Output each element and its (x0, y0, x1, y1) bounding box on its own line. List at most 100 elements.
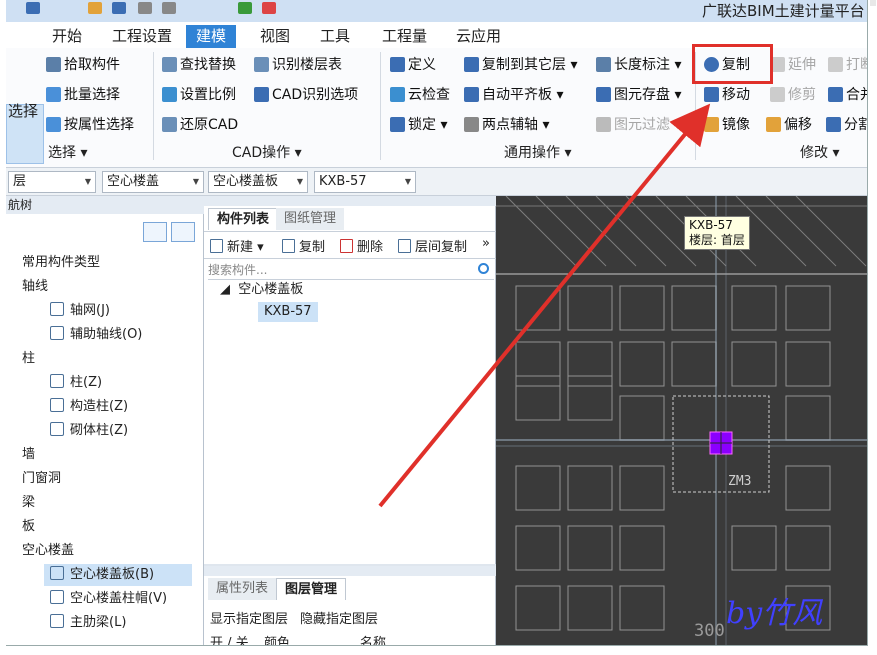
lock-icon (390, 117, 405, 132)
panel-header (204, 566, 496, 576)
set-scale-button[interactable]: 设置比例 (162, 84, 236, 106)
nav-slab[interactable]: 板 (22, 516, 35, 538)
cad-drawing-canvas[interactable]: KXB-57 楼层: 首层 ZM3 300 by竹风 (496, 196, 867, 645)
nav-beam[interactable]: 梁 (22, 492, 35, 514)
component-search-input[interactable]: 搜索构件... (208, 260, 494, 280)
help-icon[interactable] (262, 2, 276, 14)
list-view-icon[interactable] (143, 222, 167, 242)
chevron-down-icon: ▼ (404, 177, 411, 186)
split-button[interactable]: 分割 (826, 114, 867, 136)
offset-button[interactable]: 偏移 (766, 114, 812, 136)
floor-select[interactable]: 层 ▼ (8, 171, 96, 193)
nav-wall[interactable]: 墙 (22, 444, 35, 466)
column-icon (50, 374, 64, 388)
auto-align-slab-button[interactable]: 自动平齐板 ▾ (464, 84, 563, 106)
sync-icon[interactable] (238, 2, 252, 14)
identify-floor-table-button[interactable]: 识别楼层表 (254, 54, 342, 76)
save-elements-button[interactable]: 图元存盘 ▾ (596, 84, 681, 106)
select-big-button-label: 选择 (8, 102, 39, 120)
grid-icon (50, 302, 64, 316)
tab-property-list[interactable]: 属性列表 (208, 578, 277, 600)
restore-cad-button[interactable]: 还原CAD (162, 114, 238, 136)
copy-to-other-floors-button[interactable]: 复制到其它层 ▾ (464, 54, 577, 76)
tab-component-list[interactable]: 构件列表 (208, 208, 279, 230)
cad-group-label[interactable]: CAD操作 ▾ (232, 142, 302, 162)
chevron-down-icon: ▼ (84, 177, 91, 186)
search-icon[interactable] (478, 263, 489, 274)
cad-identify-options-button[interactable]: CAD识别选项 (254, 84, 358, 106)
define-button[interactable]: 定义 (390, 54, 436, 76)
component-toolbar: 新建 ▾ 复制 删除 层间复制 » (204, 231, 496, 259)
redo-icon[interactable] (162, 2, 176, 14)
two-point-axis-button[interactable]: 两点辅轴 ▾ (464, 114, 549, 136)
lock-button[interactable]: 锁定 ▾ (390, 114, 447, 136)
nav-structural-column[interactable]: 构造柱(Z) (50, 396, 128, 418)
nav-column[interactable]: 柱 (22, 348, 35, 370)
save-icon[interactable] (112, 2, 126, 14)
category-select[interactable]: 空心楼盖 ▼ (102, 171, 204, 193)
nav-hollow-floor[interactable]: 空心楼盖 (22, 540, 74, 562)
subtype-select[interactable]: 空心楼盖板 ▼ (208, 171, 308, 193)
tree-root-hollow-slab[interactable]: ◢ 空心楼盖板 (220, 280, 303, 300)
new-component-button[interactable]: 新建 ▾ (210, 236, 264, 255)
nav-common-types[interactable]: 常用构件类型 (22, 252, 100, 274)
tab-drawing-management[interactable]: 图纸管理 (276, 208, 345, 230)
nav-auxiliary-axis[interactable]: 辅助轴线(O) (50, 324, 142, 346)
tab-start[interactable]: 开始 (42, 25, 92, 48)
merge-icon (828, 87, 843, 102)
group-separator (153, 52, 154, 160)
column-capital-icon (50, 590, 64, 604)
nav-axis-grid[interactable]: 轴网(J) (50, 300, 110, 322)
select-by-property-button[interactable]: 按属性选择 (46, 114, 134, 136)
tab-quantities[interactable]: 工程量 (372, 25, 437, 48)
element-filter-button[interactable]: 图元过滤 (596, 114, 670, 136)
nav-door-window[interactable]: 门窗洞 (22, 468, 61, 490)
nav-main-rib-beam[interactable]: 主肋梁(L) (50, 612, 126, 634)
define-icon (390, 57, 405, 72)
more-arrow-icon[interactable]: » (482, 236, 490, 251)
batch-select-button[interactable]: 批量选择 (46, 84, 120, 106)
ribbon-panel: 选择 拾取构件 批量选择 按属性选择 选择 ▾ 查找替换 识别楼层表 设置比例 … (6, 44, 867, 168)
nav-masonry-column[interactable]: 砌体柱(Z) (50, 420, 128, 442)
mirror-button[interactable]: 镜像 (704, 114, 750, 136)
tab-tools[interactable]: 工具 (310, 25, 360, 48)
tab-modeling[interactable]: 建模 (186, 25, 237, 48)
floor-copy-icon (398, 239, 411, 253)
tab-layer-management[interactable]: 图层管理 (276, 578, 347, 600)
column-color: 颜色 (264, 636, 291, 646)
copy-component-button[interactable]: 复制 (282, 236, 325, 255)
mirror-icon (704, 117, 719, 132)
navigation-tree: 航树 常用构件类型 轴线 轴网(J) 辅助轴线(O) 柱 柱(Z) 构造柱(Z)… (6, 196, 204, 645)
undo-icon[interactable] (138, 2, 152, 14)
open-icon[interactable] (88, 2, 102, 14)
select-group-label[interactable]: 选择 ▾ (48, 142, 87, 162)
dimension-icon (596, 57, 611, 72)
nav-axis[interactable]: 轴线 (22, 276, 48, 298)
hide-layer-button[interactable]: 隐藏指定图层 (300, 608, 378, 627)
pick-component-button[interactable]: 拾取构件 (46, 54, 120, 76)
tab-view[interactable]: 视图 (250, 25, 300, 48)
find-replace-button[interactable]: 查找替换 (162, 54, 236, 76)
show-layer-button[interactable]: 显示指定图层 (210, 608, 288, 627)
break-button[interactable]: 打断 (828, 54, 867, 76)
trim-button[interactable]: 修剪 (770, 84, 816, 106)
merge-button[interactable]: 合并 (828, 84, 867, 106)
extend-button[interactable]: 延伸 (770, 54, 816, 76)
delete-component-button[interactable]: 删除 (340, 236, 383, 255)
nav-hollow-capital[interactable]: 空心楼盖柱帽(V) (50, 588, 167, 610)
tab-project-settings[interactable]: 工程设置 (102, 25, 182, 48)
split-icon (826, 117, 841, 132)
inter-floor-copy-button[interactable]: 层间复制 (398, 236, 467, 255)
tab-cloud[interactable]: 云应用 (446, 25, 511, 48)
common-group-label[interactable]: 通用操作 ▾ (504, 142, 571, 162)
cloud-check-button[interactable]: 云检查 (390, 84, 450, 106)
modify-group-label[interactable]: 修改 ▾ (800, 142, 839, 162)
scale-icon (162, 87, 177, 102)
nav-column-z[interactable]: 柱(Z) (50, 372, 102, 394)
tree-item-kxb57[interactable]: KXB-57 (258, 302, 318, 322)
icon-view-icon[interactable] (171, 222, 195, 242)
length-dimension-button[interactable]: 长度标注 ▾ (596, 54, 681, 76)
move-button[interactable]: 移动 (704, 84, 750, 106)
component-select[interactable]: KXB-57 ▼ (314, 171, 416, 193)
nav-hollow-slab[interactable]: 空心楼盖板(B) (44, 564, 192, 586)
